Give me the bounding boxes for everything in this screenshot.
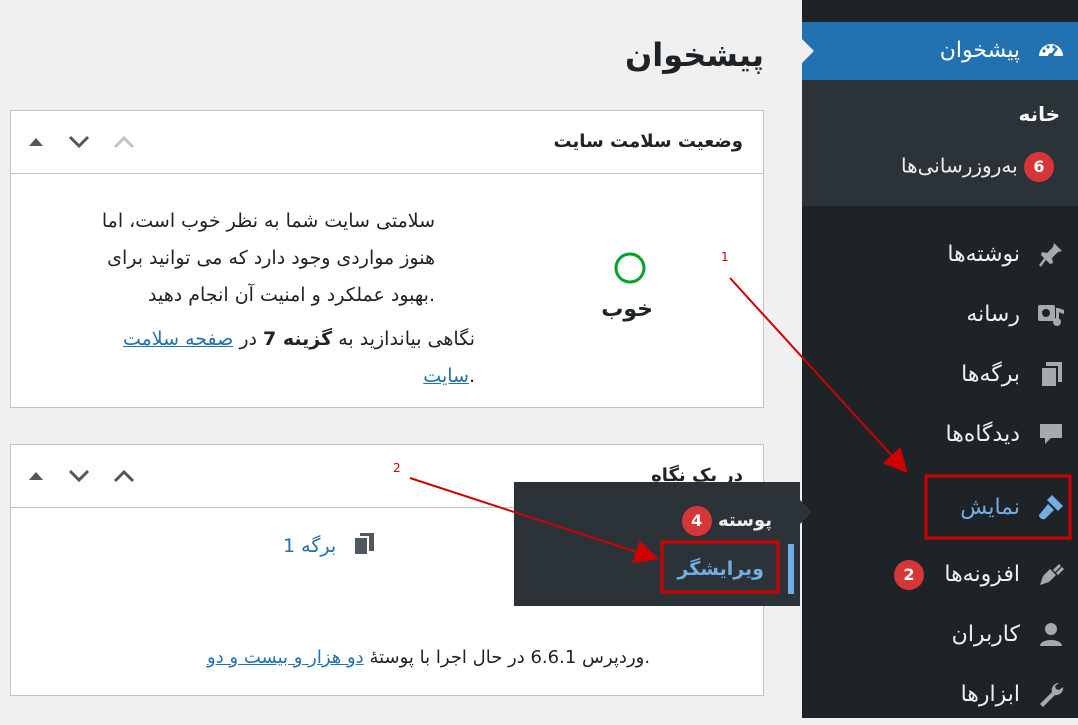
pages-count[interactable]: 1 برگه xyxy=(283,531,376,562)
flyout-item-themes[interactable]: 4 پوسته xyxy=(674,506,772,536)
theme-link[interactable]: دو هزار و بیست و دو xyxy=(207,647,364,668)
sidebar-item-appearance[interactable]: نمایش xyxy=(802,478,1078,538)
pages-icon xyxy=(1036,359,1066,389)
look-mid: در xyxy=(239,328,257,350)
look-prefix: نگاهی بیاندازید به xyxy=(338,328,475,350)
wrench-icon xyxy=(1036,679,1066,709)
sidebar-item-label: نمایش xyxy=(960,495,1020,520)
page-title: پیشخوان xyxy=(624,36,764,74)
appearance-flyout-menu: 4 پوسته ویرایشگر xyxy=(514,482,812,606)
move-up-icon[interactable] xyxy=(111,129,137,155)
site-health-panel: وضعیت سلامت سایت خوب سلامتی سایت شما به … xyxy=(10,110,764,408)
sidebar-item-dashboard[interactable]: پیشخوان xyxy=(802,22,1078,80)
wp-version-prefix: وردپرس 6.6.1 در حال اجرا با پوستهٔ xyxy=(369,647,645,668)
look-end: . xyxy=(468,365,475,387)
health-line-2: هنوز مواردی وجود دارد که می توانید برای xyxy=(107,247,435,269)
plugin-icon xyxy=(1036,559,1066,589)
flyout-arrow xyxy=(800,500,812,524)
submenu-home[interactable]: خانه xyxy=(1018,102,1060,126)
panel-title: وضعیت سلامت سایت xyxy=(553,131,743,152)
move-down-icon[interactable] xyxy=(66,463,92,489)
admin-sidebar: پیشخوان خانه به‌روزرسانی‌ها 6 نوشته‌ها ر… xyxy=(802,0,1078,718)
paintbrush-icon xyxy=(1036,492,1066,522)
sidebar-item-comments[interactable]: دیدگاه‌ها xyxy=(802,405,1078,465)
sidebar-item-media[interactable]: رسانه xyxy=(802,285,1078,345)
media-icon xyxy=(1036,299,1066,329)
health-look-text: نگاهی بیاندازید به گزینه 7 در صفحه سلامت… xyxy=(35,321,475,395)
site-health-link[interactable]: صفحه سلامت xyxy=(123,328,233,350)
annotation-number-2: 2 xyxy=(393,461,401,475)
sidebar-item-label: رسانه xyxy=(966,302,1020,327)
sidebar-item-label: پیشخوان xyxy=(939,38,1020,63)
sidebar-item-plugins[interactable]: افزونه‌ها 2 xyxy=(802,545,1078,605)
sidebar-item-label: ابزارها xyxy=(960,682,1020,707)
plugins-count-badge: 2 xyxy=(894,560,924,590)
current-arrow xyxy=(802,39,814,63)
pin-icon xyxy=(1036,239,1066,269)
sidebar-item-label: دیدگاه‌ها xyxy=(945,422,1020,447)
health-description: سلامتی سایت شما به نظر خوب است، اما هنوز… xyxy=(35,203,435,314)
health-status-label: خوب xyxy=(601,297,653,322)
health-line-3: بهبود عملکرد و امنیت آن انجام دهید. xyxy=(148,284,435,306)
toggle-panel-icon[interactable] xyxy=(23,463,49,489)
updates-count-badge: 6 xyxy=(1024,152,1054,182)
submenu-updates-label: به‌روزرسانی‌ها xyxy=(900,153,1018,178)
panel-header: وضعیت سلامت سایت xyxy=(11,111,763,174)
pages-count-label: 1 برگه xyxy=(283,535,337,557)
flyout-item-editor[interactable]: ویرایشگر xyxy=(652,544,794,594)
sidebar-item-label: کاربران xyxy=(951,622,1020,647)
sidebar-item-pages[interactable]: برگه‌ها xyxy=(802,345,1078,405)
themes-count-badge: 4 xyxy=(681,506,712,536)
health-line-1: سلامتی سایت شما به نظر خوب است، اما xyxy=(101,210,435,232)
sidebar-item-tools[interactable]: ابزارها xyxy=(802,665,1078,725)
look-bold: گزینه 7 xyxy=(263,328,333,350)
toggle-panel-icon[interactable] xyxy=(23,129,49,155)
health-status-indicator xyxy=(613,251,647,285)
wordpress-version-text: وردپرس 6.6.1 در حال اجرا با پوستهٔ دو هز… xyxy=(207,647,650,668)
submenu-updates[interactable]: به‌روزرسانی‌ها 6 xyxy=(901,152,1060,182)
move-down-icon[interactable] xyxy=(66,129,92,155)
dashboard-submenu: خانه به‌روزرسانی‌ها 6 xyxy=(802,80,1078,206)
sidebar-item-label: نوشته‌ها xyxy=(947,242,1020,267)
sidebar-item-label: برگه‌ها xyxy=(961,362,1020,387)
dashboard-icon xyxy=(1036,36,1066,66)
pages-icon xyxy=(352,531,376,562)
site-health-link-cont[interactable]: سایت xyxy=(423,365,469,387)
annotation-number-1: 1 xyxy=(721,250,729,264)
sidebar-item-label: افزونه‌ها xyxy=(944,562,1020,587)
user-icon xyxy=(1036,619,1066,649)
comment-icon xyxy=(1036,419,1066,449)
move-up-icon[interactable] xyxy=(111,463,137,489)
wp-version-end: . xyxy=(644,647,651,668)
flyout-item-label: ویرایشگر xyxy=(677,558,764,580)
flyout-item-label: پوسته xyxy=(717,510,772,531)
sidebar-item-posts[interactable]: نوشته‌ها xyxy=(802,225,1078,285)
sidebar-item-users[interactable]: کاربران xyxy=(802,605,1078,665)
